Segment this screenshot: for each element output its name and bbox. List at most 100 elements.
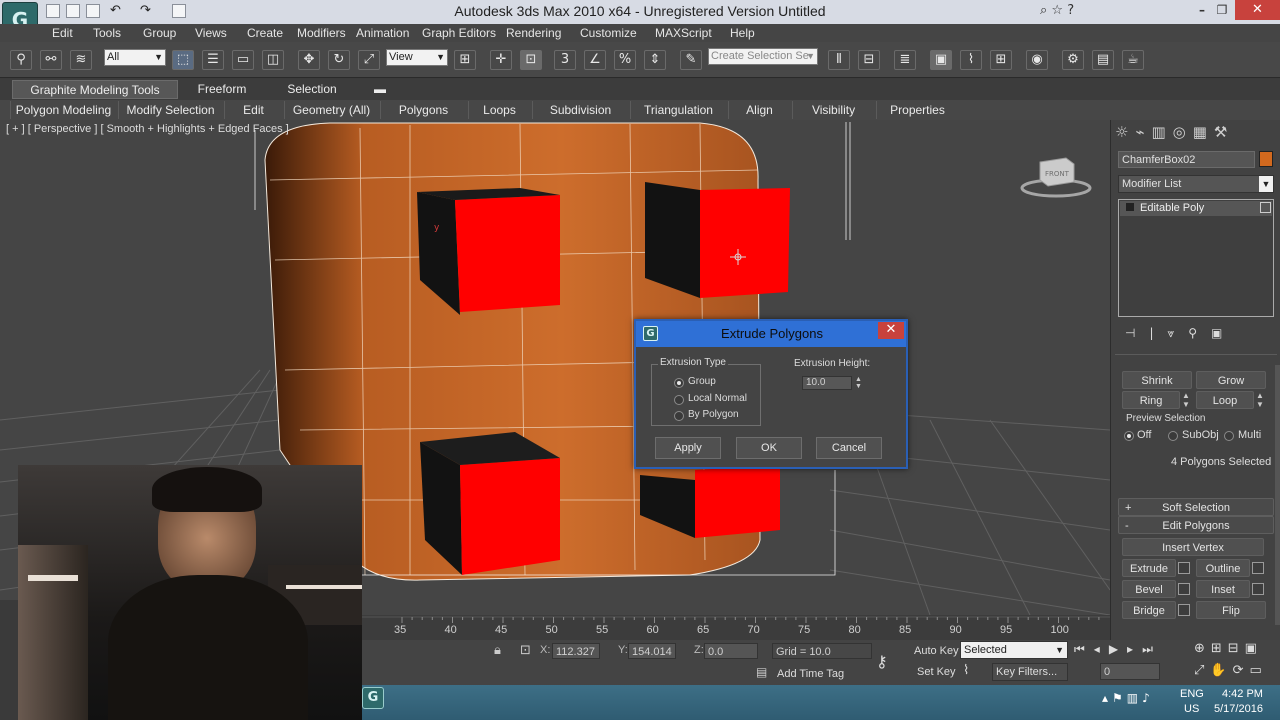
menu-rendering[interactable]: Rendering	[506, 26, 561, 40]
ribbon-minimize-icon[interactable]: ▬	[372, 80, 388, 99]
set-key-button[interactable]: Set Key	[917, 666, 956, 678]
menu-edit[interactable]: Edit	[52, 26, 73, 40]
z-coordinate-field[interactable]: 0.0	[704, 643, 758, 659]
angle-snap-icon[interactable]: ∠	[584, 50, 606, 70]
ref-coord-dropdown[interactable]: View ▼	[386, 49, 448, 66]
bridge-button[interactable]: Bridge	[1122, 601, 1176, 619]
render-frame-icon[interactable]: ▤	[1092, 50, 1114, 70]
extrusion-height-input[interactable]: 10.0	[802, 376, 852, 390]
playback-controls-icons[interactable]: ⏮◂▶▸⏭	[1074, 642, 1184, 657]
stack-item[interactable]: Editable Poly	[1120, 201, 1272, 216]
current-frame-field[interactable]: 0	[1100, 663, 1160, 680]
y-coordinate-field[interactable]: 154.014	[628, 643, 676, 659]
restore-icon[interactable]: ❐	[1212, 3, 1232, 17]
track-bar[interactable]: 35 40 45 50 55 60 65 70 75 80 85 90 95 100	[362, 615, 1110, 640]
time-tag-icon[interactable]: ▤	[756, 665, 767, 679]
add-time-tag-label[interactable]: Add Time Tag	[777, 668, 844, 680]
menu-maxscript[interactable]: MAXScript	[655, 26, 712, 40]
panel-edit[interactable]: Edit	[224, 101, 282, 119]
local-normal-radio[interactable]	[674, 395, 684, 405]
panel-polygons[interactable]: Polygons	[380, 101, 466, 119]
flip-button[interactable]: Flip	[1196, 601, 1266, 619]
ok-button[interactable]: OK	[736, 437, 802, 459]
apply-button[interactable]: Apply	[655, 437, 721, 459]
tab-selection[interactable]: Selection	[270, 80, 354, 99]
key-icon[interactable]: ⚷	[876, 652, 888, 671]
select-by-name-icon[interactable]: ☰	[202, 50, 224, 70]
menu-modifiers[interactable]: Modifiers	[297, 26, 346, 40]
curve-editor-icon[interactable]: ⌇	[960, 50, 982, 70]
panel-modify-selection[interactable]: Modify Selection	[118, 101, 222, 119]
soft-selection-rollout[interactable]: + Soft Selection	[1118, 498, 1274, 516]
object-name-field[interactable]: ChamferBox02	[1118, 151, 1255, 168]
extrude-button[interactable]: Extrude	[1122, 559, 1176, 577]
by-polygon-radio[interactable]	[674, 411, 684, 421]
inset-settings-icon[interactable]	[1252, 583, 1264, 595]
preview-subobj-radio[interactable]	[1168, 431, 1178, 441]
preview-multi-radio[interactable]	[1224, 431, 1234, 441]
language-indicator[interactable]: ENG	[1180, 688, 1204, 700]
tray-icons[interactable]: ▴⚑▥♪	[1102, 691, 1154, 705]
bevel-button[interactable]: Bevel	[1122, 580, 1176, 598]
dialog-title-bar[interactable]: G Extrude Polygons ✕	[636, 321, 906, 347]
bind-spacewarp-icon[interactable]: ≋	[70, 50, 92, 70]
layer-manager-icon[interactable]: ≣	[894, 50, 916, 70]
object-color-swatch[interactable]	[1259, 151, 1273, 167]
default-in-out-tangents-icon[interactable]: ⌇	[963, 663, 969, 678]
menu-tools[interactable]: Tools	[93, 26, 121, 40]
window-crossing-icon[interactable]: ◫	[262, 50, 284, 70]
clock-time[interactable]: 4:42 PM	[1222, 688, 1263, 700]
schematic-view-icon[interactable]: ⊞	[990, 50, 1012, 70]
group-radio[interactable]	[674, 378, 684, 388]
menu-customize[interactable]: Customize	[580, 26, 637, 40]
keyboard-shortcut-icon[interactable]: ⊡	[520, 50, 542, 70]
minimize-icon[interactable]: –	[1192, 3, 1212, 17]
panel-triangulation[interactable]: Triangulation	[630, 101, 726, 119]
edit-named-selection-icon[interactable]: ✎	[680, 50, 702, 70]
tab-freeform[interactable]: Freeform	[182, 80, 262, 99]
panel-properties[interactable]: Properties	[876, 101, 958, 119]
selection-filter-dropdown[interactable]: All ▼	[104, 49, 166, 66]
key-mode-dropdown[interactable]: Selected ▼	[960, 641, 1068, 659]
close-icon[interactable]: ✕	[1235, 0, 1280, 20]
extruded-face-top-left[interactable]	[417, 188, 560, 315]
absolute-mode-icon[interactable]: ⊡	[520, 643, 531, 658]
command-panel-tabs[interactable]: ☼⌁▥◎▦⚒	[1115, 123, 1277, 145]
viewport-navigation-icons-row2[interactable]: ⤢✋⟳▭	[1194, 663, 1280, 678]
unlink-icon[interactable]: ⚯	[40, 50, 62, 70]
modifier-list-dropdown[interactable]: Modifier List ▼	[1118, 175, 1274, 193]
menu-graph-editors[interactable]: Graph Editors	[422, 26, 496, 40]
auto-key-button[interactable]: Auto Key	[914, 645, 959, 657]
loop-button[interactable]: Loop	[1196, 391, 1254, 409]
manipulate-icon[interactable]: ✛	[490, 50, 512, 70]
inset-button[interactable]: Inset	[1196, 580, 1250, 598]
mirror-icon[interactable]: ⫴	[828, 50, 850, 70]
link-icon[interactable]: ⚲	[10, 50, 32, 70]
3dsmax-taskbar-icon[interactable]: G	[362, 687, 384, 709]
extrusion-height-spinner-icon[interactable]: ▲ ▼	[855, 376, 864, 390]
viewport-label[interactable]: [ + ] [ Perspective ] [ Smooth + Highlig…	[6, 123, 289, 135]
rect-selection-icon[interactable]: ▭	[232, 50, 254, 70]
insert-vertex-button[interactable]: Insert Vertex	[1122, 538, 1264, 556]
viewport-navigation-icons[interactable]: ⊕⊞⊟▣	[1194, 641, 1280, 656]
shrink-button[interactable]: Shrink	[1122, 371, 1192, 389]
bridge-settings-icon[interactable]	[1178, 604, 1190, 616]
edit-polygons-rollout[interactable]: - Edit Polygons	[1118, 516, 1274, 534]
pivot-center-icon[interactable]: ⊞	[454, 50, 476, 70]
menu-create[interactable]: Create	[247, 26, 283, 40]
menu-help[interactable]: Help	[730, 26, 755, 40]
material-editor-icon[interactable]: ◉	[1026, 50, 1048, 70]
ring-button[interactable]: Ring	[1122, 391, 1180, 409]
cancel-button[interactable]: Cancel	[816, 437, 882, 459]
panel-align[interactable]: Align	[728, 101, 790, 119]
bevel-settings-icon[interactable]	[1178, 583, 1190, 595]
x-coordinate-field[interactable]: 112.327	[552, 643, 600, 659]
extruded-face-bottom-left[interactable]	[420, 432, 560, 575]
stack-tools-icons[interactable]: ⊣|⩔⚲▣	[1125, 326, 1275, 341]
stack-item-toggle-icon[interactable]	[1260, 202, 1271, 213]
move-icon[interactable]: ✥	[298, 50, 320, 70]
panel-subdivision[interactable]: Subdivision	[532, 101, 628, 119]
ring-spinner-icon[interactable]: ▲ ▼	[1182, 391, 1192, 409]
rotate-icon[interactable]: ↻	[328, 50, 350, 70]
loop-spinner-icon[interactable]: ▲ ▼	[1256, 391, 1266, 409]
